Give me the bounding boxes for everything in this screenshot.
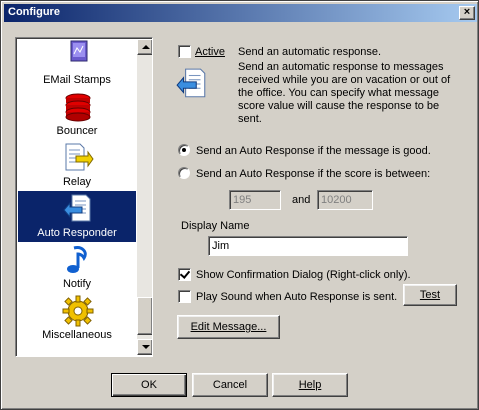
sidebar-item-label: Auto Responder: [37, 227, 117, 239]
sidebar-item-notify[interactable]: Notify: [18, 242, 136, 293]
bouncer-stack-icon: [65, 93, 91, 122]
play-sound-checkbox[interactable]: [178, 290, 191, 303]
sidebar-item-email-stamps[interactable]: EMail Stamps: [18, 38, 136, 89]
edit-message-button[interactable]: Edit Message...: [177, 315, 280, 339]
arrow-up-icon: [142, 45, 150, 49]
ok-button[interactable]: OK: [111, 373, 187, 397]
sidebar-item-bouncer[interactable]: Bouncer: [18, 89, 136, 140]
confirmation-dialog-label[interactable]: Show Confirmation Dialog (Right-click on…: [196, 269, 411, 281]
auto-responder-icon: [63, 194, 91, 222]
active-description: Send an automatic response to messages r…: [238, 61, 451, 125]
relay-icon: [65, 143, 94, 171]
active-checkbox[interactable]: [178, 45, 191, 58]
scroll-up-button[interactable]: [137, 39, 152, 55]
music-note-icon: [67, 246, 87, 273]
title-bar[interactable]: Configure ×: [4, 4, 477, 22]
scroll-down-button[interactable]: [137, 339, 152, 355]
good-message-radio[interactable]: [178, 144, 190, 156]
stamp-icon: [70, 40, 88, 62]
sidebar-item-label: Relay: [62, 176, 92, 188]
gear-icon: [62, 295, 94, 327]
active-summary: Send an automatic response.: [238, 46, 382, 58]
sidebar-item-auto-responder[interactable]: Auto Responder: [18, 191, 136, 242]
score-range-radio[interactable]: [178, 167, 190, 179]
category-list[interactable]: EMail Stamps Bouncer Relay Auto Responde…: [15, 37, 153, 357]
confirmation-dialog-checkbox[interactable]: [178, 268, 191, 281]
good-message-label[interactable]: Send an Auto Response if the message is …: [196, 145, 431, 157]
max-score-input[interactable]: [317, 190, 373, 210]
close-button[interactable]: ×: [459, 6, 475, 20]
sidebar-item-label: Notify: [62, 278, 92, 290]
sidebar-item-miscellaneous[interactable]: Miscellaneous: [18, 293, 136, 344]
sidebar-item-label: EMail Stamps: [43, 74, 111, 86]
min-score-input[interactable]: [229, 190, 281, 210]
sidebar-scrollbar[interactable]: [137, 39, 152, 355]
and-label: and: [292, 194, 311, 206]
play-sound-label[interactable]: Play Sound when Auto Response is sent.: [196, 291, 397, 303]
cancel-button[interactable]: Cancel: [192, 373, 268, 397]
auto-responder-icon: [176, 68, 206, 98]
sidebar-item-label: Miscellaneous: [42, 329, 112, 341]
score-range-label[interactable]: Send an Auto Response if the score is be…: [196, 168, 430, 180]
help-button[interactable]: Help: [272, 373, 348, 397]
scroll-thumb[interactable]: [137, 297, 152, 335]
arrow-down-icon: [142, 345, 150, 349]
display-name-label: Display Name: [181, 220, 250, 232]
active-label[interactable]: Active: [195, 46, 225, 58]
configure-window: Configure × EMail Stamps Bouncer Relay A…: [0, 0, 479, 410]
window-title: Configure: [8, 6, 60, 18]
sidebar-item-label: Bouncer: [56, 125, 98, 137]
sidebar-item-relay[interactable]: Relay: [18, 140, 136, 191]
display-name-input[interactable]: [208, 236, 408, 256]
test-button[interactable]: Test: [403, 284, 457, 306]
